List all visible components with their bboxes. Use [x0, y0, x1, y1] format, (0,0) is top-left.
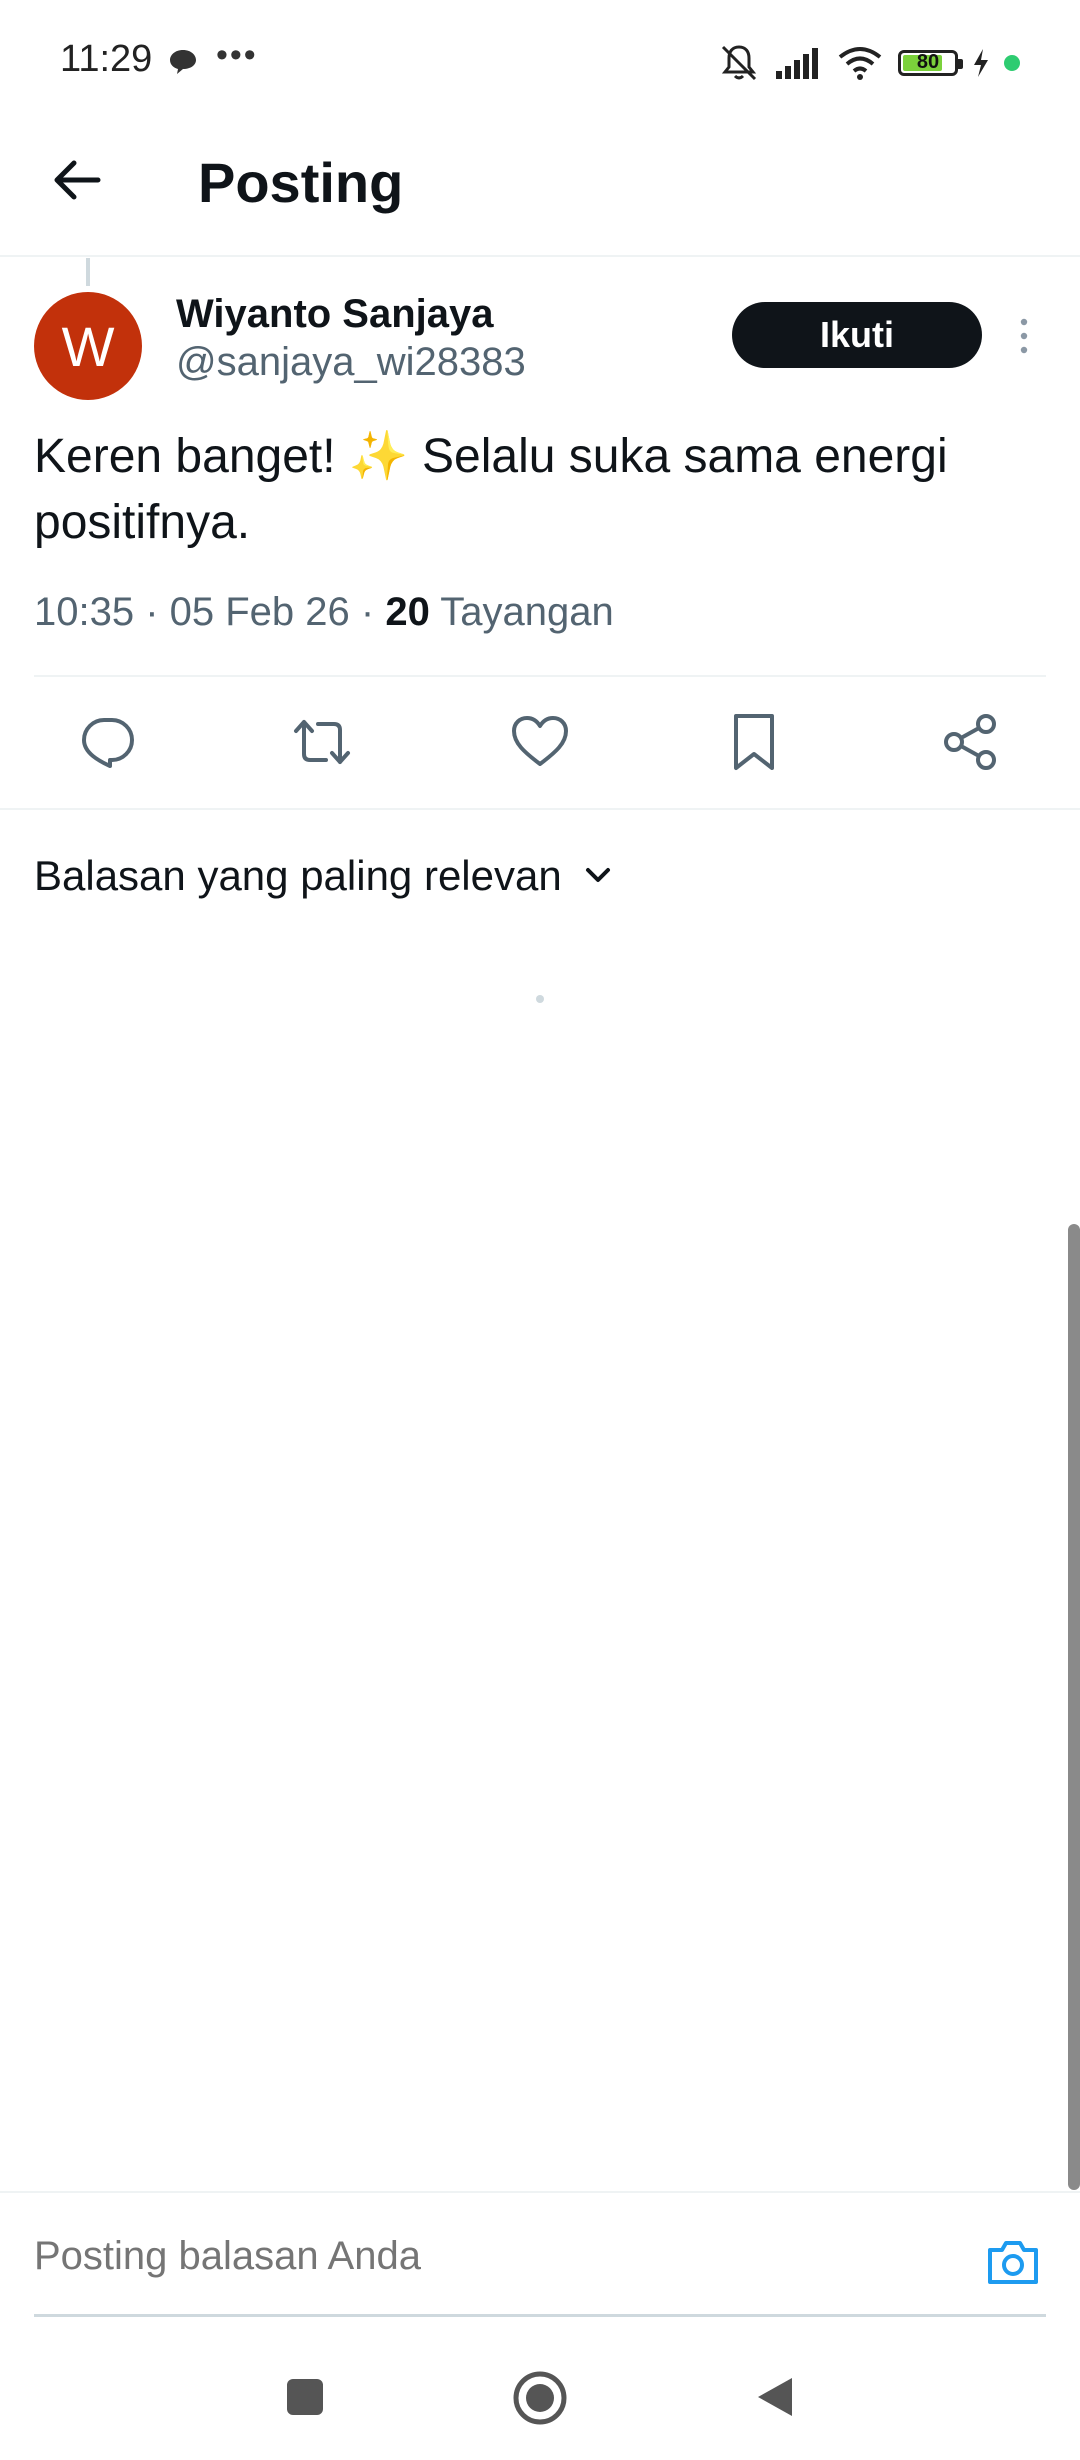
reply-input[interactable]: [34, 2234, 934, 2279]
privacy-indicator-dot: [1004, 55, 1020, 71]
header-divider: [0, 255, 1080, 257]
share-icon: [944, 714, 996, 770]
camera-icon[interactable]: [984, 2234, 1042, 2292]
post-text: Keren banget! ✨ Selalu suka sama energi …: [34, 430, 948, 549]
more-options-icon[interactable]: [1012, 314, 1036, 358]
scrollbar[interactable]: [1068, 1224, 1080, 2190]
sort-dropdown[interactable]: Balasan yang paling relevan: [34, 852, 562, 900]
views-label: Tayangan: [429, 590, 614, 634]
avatar[interactable]: W: [34, 292, 142, 400]
reply-divider: [0, 2191, 1080, 2193]
reply-button[interactable]: [76, 710, 140, 774]
like-button[interactable]: [508, 710, 572, 774]
author-name[interactable]: Wiyanto Sanjaya: [176, 292, 494, 337]
retweet-icon: [294, 720, 350, 764]
reply-icon: [82, 718, 134, 768]
bookmark-icon: [734, 714, 774, 770]
views-count: 20: [385, 590, 430, 634]
like-icon: [512, 716, 568, 766]
actions-divider: [0, 808, 1080, 810]
status-more-icon: •••: [216, 36, 258, 74]
post-timestamp: 10:35 · 05 Feb 26 ·: [34, 590, 386, 634]
battery-percentage: 80: [916, 51, 940, 73]
chevron-down-icon[interactable]: [580, 858, 616, 894]
thread-line: [86, 258, 90, 286]
signal-icon: [776, 48, 818, 79]
back-triangle-button[interactable]: [752, 2374, 798, 2420]
post-divider: [34, 675, 1046, 677]
author-handle[interactable]: @sanjaya_wi28383: [176, 340, 526, 385]
wifi-icon: [838, 47, 882, 80]
chat-bubble-icon: [170, 50, 196, 74]
arrow-left-icon[interactable]: [48, 150, 108, 210]
page-title: Posting: [198, 151, 404, 214]
reply-underline: [34, 2314, 1046, 2317]
status-time: 11:29: [60, 38, 153, 80]
charging-icon: [974, 49, 988, 77]
recent-apps-button[interactable]: [284, 2376, 326, 2418]
retweet-button[interactable]: [290, 710, 354, 774]
mute-icon: [721, 45, 757, 81]
follow-button[interactable]: Ikuti: [732, 302, 982, 368]
bookmark-button[interactable]: [722, 710, 786, 774]
battery-icon: 80: [898, 50, 963, 76]
share-button[interactable]: [938, 710, 1002, 774]
home-button[interactable]: [512, 2370, 568, 2426]
loading-indicator: [536, 995, 544, 1003]
post-meta: 10:35 · 05 Feb 26 · 20 Tayangan: [34, 590, 614, 635]
status-icons: 80: [718, 40, 1020, 86]
